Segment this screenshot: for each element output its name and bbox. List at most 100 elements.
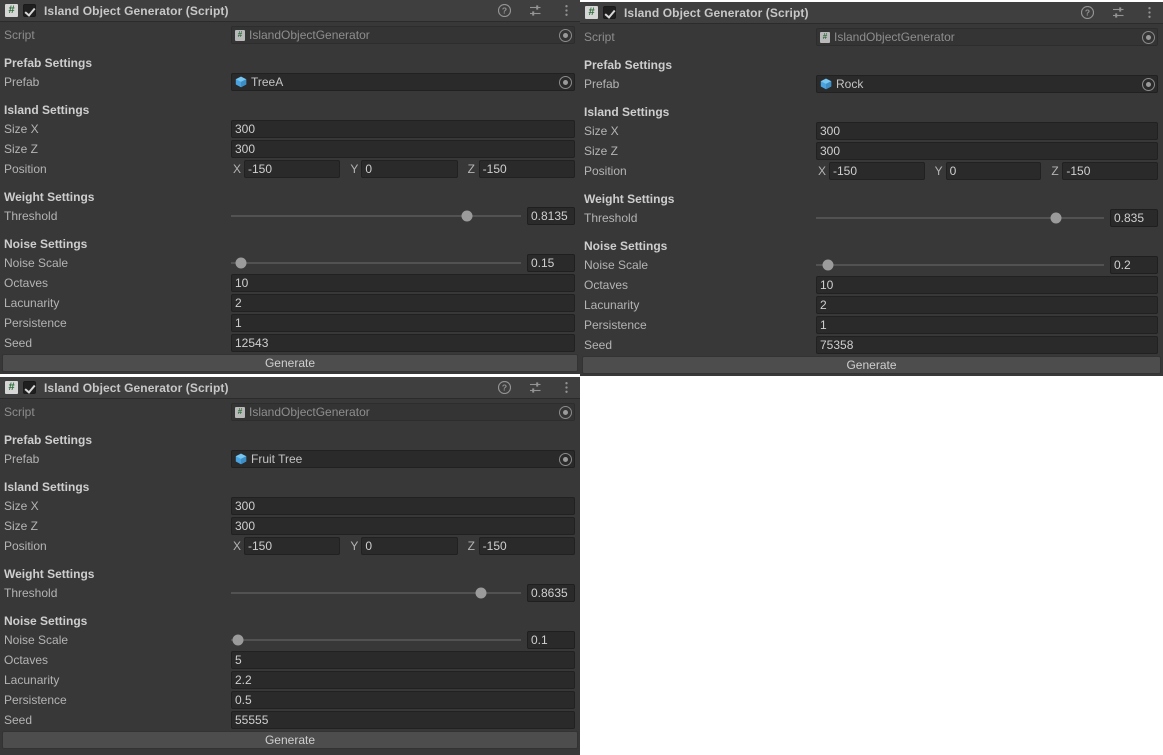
- threshold-slider[interactable]: [231, 207, 521, 225]
- position-vector3: X -150 Y 0 Z -150: [816, 162, 1159, 180]
- inspector-component-panel-tree-a: # Island Object Generator (Script) ? Scr…: [0, 0, 580, 374]
- octaves-input[interactable]: 10: [231, 274, 575, 292]
- noise-scale-label: Noise Scale: [584, 258, 649, 272]
- slider-thumb[interactable]: [235, 257, 247, 269]
- position-z-input[interactable]: -150: [478, 160, 575, 178]
- slider-thumb[interactable]: [232, 634, 244, 646]
- position-y-axis-label: Y: [350, 162, 359, 176]
- size-x-input[interactable]: 300: [816, 122, 1158, 140]
- prefab-value: TreeA: [251, 75, 284, 89]
- prefab-label: Prefab: [4, 75, 40, 89]
- slider-thumb[interactable]: [822, 259, 834, 271]
- object-picker-icon[interactable]: [559, 75, 572, 89]
- position-y-input[interactable]: 0: [361, 537, 458, 555]
- prefab-settings-section-header: Prefab Settings: [580, 53, 1163, 74]
- lacunarity-row: Lacunarity 2: [580, 295, 1163, 315]
- prefab-settings-section-header: Prefab Settings: [0, 428, 580, 449]
- noise-scale-slider[interactable]: [231, 631, 521, 649]
- script-row: Script # IslandObjectGenerator: [0, 25, 580, 45]
- generate-button[interactable]: Generate: [582, 356, 1161, 374]
- threshold-value-input[interactable]: 0.8635: [527, 584, 575, 602]
- seed-row: Seed 55555: [0, 710, 580, 730]
- lacunarity-input[interactable]: 2.2: [231, 671, 575, 689]
- component-enabled-checkbox[interactable]: [603, 6, 616, 19]
- slider-thumb[interactable]: [461, 210, 473, 222]
- position-y-axis-label: Y: [934, 164, 943, 178]
- noise-settings-title: Noise Settings: [4, 614, 88, 628]
- position-z-input[interactable]: -150: [478, 537, 575, 555]
- noise-scale-value-input[interactable]: 0.15: [527, 254, 575, 272]
- more-menu-icon[interactable]: [558, 3, 574, 19]
- persistence-input[interactable]: 1: [231, 314, 575, 332]
- size-z-input[interactable]: 300: [816, 142, 1158, 160]
- preset-icon[interactable]: [1110, 5, 1126, 21]
- preset-icon[interactable]: [527, 3, 543, 19]
- help-icon[interactable]: ?: [496, 380, 512, 396]
- slider-thumb[interactable]: [475, 587, 487, 599]
- slider-thumb[interactable]: [1050, 212, 1062, 224]
- prefab-object-field[interactable]: TreeA: [231, 73, 575, 91]
- position-y-input[interactable]: 0: [361, 160, 458, 178]
- persistence-label: Persistence: [4, 316, 67, 330]
- size-x-input[interactable]: 300: [231, 497, 575, 515]
- noise-scale-value-input[interactable]: 0.2: [1110, 256, 1158, 274]
- component-enabled-checkbox[interactable]: [23, 381, 36, 394]
- size-x-row: Size X 300: [0, 496, 580, 516]
- noise-scale-slider[interactable]: [816, 256, 1104, 274]
- size-z-input[interactable]: 300: [231, 140, 575, 158]
- component-header[interactable]: # Island Object Generator (Script) ?: [580, 2, 1163, 24]
- position-x-input[interactable]: -150: [244, 537, 341, 555]
- prefab-cube-icon: [235, 76, 247, 88]
- threshold-value-input[interactable]: 0.835: [1110, 209, 1158, 227]
- script-asset-icon: #: [820, 31, 830, 43]
- lacunarity-input[interactable]: 2: [231, 294, 575, 312]
- prefab-object-field[interactable]: Fruit Tree: [231, 450, 575, 468]
- prefab-object-field[interactable]: Rock: [816, 75, 1158, 93]
- component-header[interactable]: # Island Object Generator (Script) ?: [0, 0, 580, 22]
- more-menu-icon[interactable]: [1141, 5, 1157, 21]
- position-label: Position: [4, 162, 47, 176]
- seed-input[interactable]: 75358: [816, 336, 1158, 354]
- octaves-input[interactable]: 10: [816, 276, 1158, 294]
- slider-track: [231, 639, 521, 641]
- position-z-input[interactable]: -150: [1062, 162, 1159, 180]
- object-picker-icon[interactable]: [559, 452, 572, 466]
- persistence-input[interactable]: 0.5: [231, 691, 575, 709]
- object-picker-icon[interactable]: [1142, 77, 1155, 91]
- size-x-input[interactable]: 300: [231, 120, 575, 138]
- size-z-input[interactable]: 300: [231, 517, 575, 535]
- position-x-input[interactable]: -150: [829, 162, 925, 180]
- more-menu-icon[interactable]: [558, 380, 574, 396]
- lacunarity-input[interactable]: 2: [816, 296, 1158, 314]
- octaves-input[interactable]: 5: [231, 651, 575, 669]
- persistence-input[interactable]: 1: [816, 316, 1158, 334]
- help-icon[interactable]: ?: [1079, 5, 1095, 21]
- position-z-axis-label: Z: [467, 162, 475, 176]
- generate-button[interactable]: Generate: [2, 354, 578, 372]
- noise-scale-row: Noise Scale 0.2: [580, 255, 1163, 275]
- help-icon[interactable]: ?: [496, 3, 512, 19]
- noise-scale-slider[interactable]: [231, 254, 521, 272]
- threshold-value-input[interactable]: 0.8135: [527, 207, 575, 225]
- preset-icon[interactable]: [527, 380, 543, 396]
- persistence-row: Persistence 1: [580, 315, 1163, 335]
- seed-input[interactable]: 55555: [231, 711, 575, 729]
- position-label: Position: [4, 539, 47, 553]
- seed-label: Seed: [4, 336, 33, 350]
- seed-input[interactable]: 12543: [231, 334, 575, 352]
- position-y-input[interactable]: 0: [945, 162, 1042, 180]
- component-enabled-checkbox[interactable]: [23, 4, 36, 17]
- svg-text:?: ?: [1084, 8, 1089, 18]
- island-settings-title: Island Settings: [584, 105, 670, 119]
- noise-scale-value-input[interactable]: 0.1: [527, 631, 575, 649]
- generate-button[interactable]: Generate: [2, 731, 578, 749]
- position-x-input[interactable]: -150: [244, 160, 341, 178]
- threshold-slider[interactable]: [816, 209, 1104, 227]
- script-row: Script # IslandObjectGenerator: [580, 27, 1163, 47]
- generate-button-wrap: Generate: [0, 730, 580, 751]
- component-header[interactable]: # Island Object Generator (Script) ?: [0, 377, 580, 399]
- size-x-label: Size X: [584, 124, 619, 138]
- threshold-slider[interactable]: [231, 584, 521, 602]
- object-picker-icon: [1142, 30, 1155, 44]
- position-y-axis-label: Y: [350, 539, 359, 553]
